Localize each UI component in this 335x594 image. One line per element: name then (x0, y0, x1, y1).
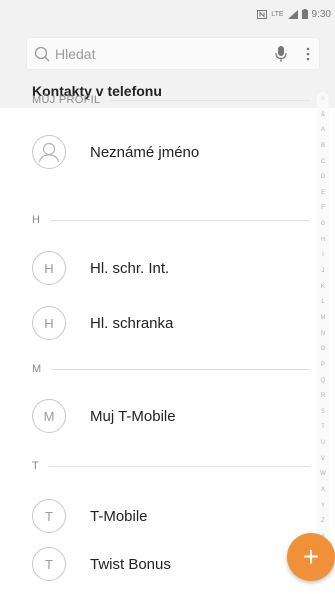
section-label: H (32, 214, 41, 226)
contact-list: MŮJ PROFIL Neznámé jméno H H Hl. schr. I… (0, 94, 335, 594)
contact-row[interactable]: H Hl. schr. Int. (32, 250, 305, 286)
index-letter[interactable]: & (321, 112, 325, 118)
signal-icon (287, 9, 298, 19)
more-options-icon[interactable] (306, 47, 310, 61)
index-letter[interactable]: Q (321, 378, 326, 384)
index-letter[interactable]: Z (321, 518, 325, 524)
index-letter[interactable]: W (320, 471, 326, 477)
alphabet-index-bar[interactable]: ☆&ABCDEFGHIJKLMNOPQRSTUVWXYZ# (317, 92, 329, 544)
avatar (32, 135, 66, 169)
search-icon (34, 46, 50, 61)
index-letter[interactable]: A (321, 127, 325, 133)
index-letter[interactable]: X (321, 487, 325, 493)
contact-name: Twist Bonus (90, 555, 171, 573)
section-label: MŮJ PROFIL (32, 94, 101, 106)
person-icon (38, 142, 60, 163)
index-letter[interactable]: E (321, 190, 325, 196)
index-letter[interactable]: G (321, 221, 326, 227)
section-label: M (32, 363, 42, 375)
section-header-t: T (32, 458, 310, 474)
contact-row[interactable]: M Muj T-Mobile (32, 398, 305, 434)
index-letter[interactable]: Y (321, 503, 325, 509)
index-letter[interactable]: P (321, 362, 325, 368)
add-contact-button[interactable]: + (287, 533, 335, 581)
contact-row[interactable]: H Hl. schranka (32, 305, 305, 341)
avatar: H (32, 251, 66, 285)
microphone-icon[interactable] (274, 45, 288, 63)
index-letter[interactable]: J (322, 268, 325, 274)
status-bar: LTE 9:30 (0, 0, 335, 28)
contact-row[interactable]: T T-Mobile (32, 498, 305, 534)
nfc-icon (257, 9, 268, 19)
my-profile-row[interactable]: Neznámé jméno (32, 134, 305, 170)
index-letter[interactable]: C (321, 159, 325, 165)
index-letter[interactable]: F (321, 205, 325, 211)
index-letter[interactable]: M (321, 315, 326, 321)
plus-icon: + (302, 541, 320, 572)
index-letter[interactable]: L (321, 299, 324, 305)
contact-name: Hl. schr. Int. (90, 259, 170, 277)
divider (110, 99, 310, 101)
avatar: M (32, 399, 66, 433)
index-letter[interactable]: O (321, 346, 326, 352)
contact-name: Muj T-Mobile (90, 407, 176, 425)
avatar: T (32, 499, 66, 533)
divider (49, 465, 310, 467)
index-letter[interactable]: K (321, 284, 325, 290)
section-header-h: H (32, 212, 310, 228)
section-header-m: M (32, 361, 310, 377)
contact-name: Hl. schranka (90, 314, 174, 332)
index-letter[interactable]: H (321, 237, 325, 243)
contact-name: T-Mobile (90, 507, 148, 525)
index-letter[interactable]: T (321, 424, 325, 430)
index-letter[interactable]: D (321, 174, 325, 180)
index-letter[interactable]: S (321, 409, 325, 415)
battery-icon (301, 9, 308, 19)
index-letter[interactable]: N (321, 331, 325, 337)
status-time: 9:30 (311, 8, 331, 20)
section-header-my-profile: MŮJ PROFIL (32, 92, 310, 108)
divider (50, 219, 310, 221)
divider (51, 368, 310, 370)
avatar: T (32, 547, 66, 581)
section-label: T (32, 460, 40, 472)
index-letter[interactable]: V (321, 456, 325, 462)
search-input[interactable]: Hledat (55, 46, 274, 62)
contact-row[interactable]: T Twist Bonus (32, 546, 305, 582)
index-letter[interactable]: R (321, 393, 325, 399)
avatar: H (32, 306, 66, 340)
index-letter[interactable]: I (322, 252, 324, 258)
search-bar[interactable]: Hledat (26, 37, 320, 70)
network-type-label: LTE (271, 10, 284, 18)
index-letter[interactable]: B (321, 143, 325, 149)
index-letter[interactable]: U (321, 440, 325, 446)
contact-name: Neznámé jméno (90, 143, 200, 161)
index-letter[interactable]: ☆ (320, 96, 325, 102)
